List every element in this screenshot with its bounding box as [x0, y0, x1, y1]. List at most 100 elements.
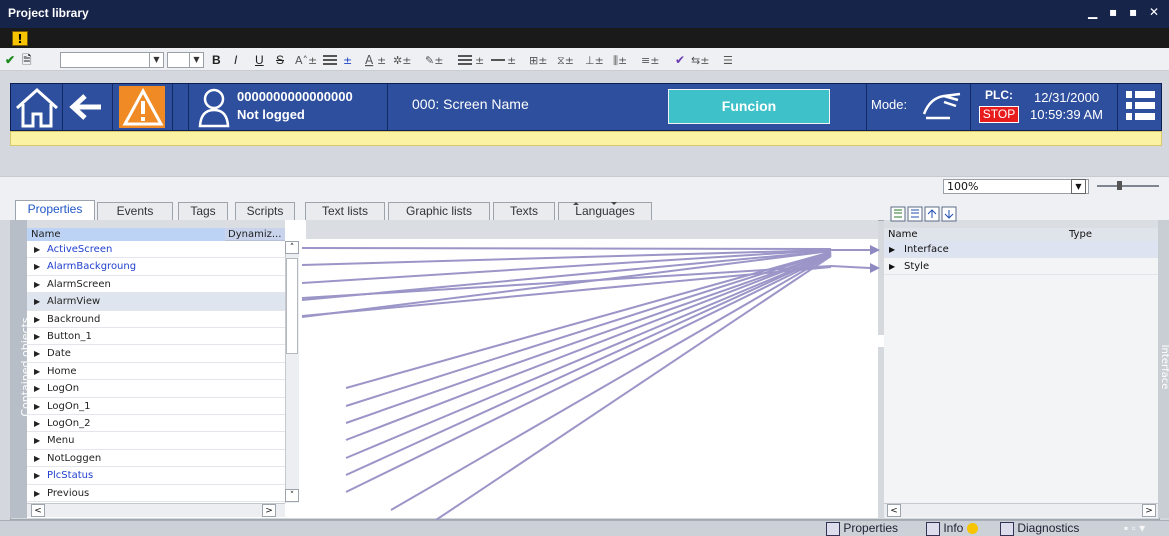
plc-stop-badge: STOP — [979, 106, 1019, 123]
svg-text:±: ± — [343, 54, 352, 67]
list-item-label: NotLoggen — [47, 452, 102, 464]
function-button[interactable]: Funcion — [668, 89, 830, 124]
tab-texts[interactable]: Texts — [493, 202, 555, 220]
chevron-down-icon[interactable]: ▼ — [1071, 179, 1086, 194]
list-item[interactable]: ▶ Home — [27, 363, 285, 381]
list-item-label: LogOn_1 — [47, 400, 91, 412]
zoom-combo[interactable]: 100% — [943, 179, 1089, 194]
list-item[interactable]: ▶ AlarmView — [27, 293, 285, 311]
user-icon — [198, 88, 230, 128]
back-button[interactable] — [63, 84, 113, 130]
check-icon[interactable]: ✔ — [5, 52, 15, 68]
font-combo[interactable]: ▼ — [60, 52, 164, 68]
zoom-slider-thumb[interactable] — [1117, 181, 1122, 190]
list-item-label: Home — [47, 365, 77, 377]
svg-text:⇆±: ⇆± — [691, 54, 709, 67]
list-item[interactable]: ▶ ActiveScreen — [27, 241, 285, 259]
expand-arrow-icon[interactable]: ▶ — [34, 276, 40, 293]
list-item-label: AlarmView — [47, 296, 101, 308]
format-tools-icons[interactable]: A˄± ± A ± ✲± ✎± ± ± ⊞± ⧖± ⊥± ⫼± ≡± ✔ ⇆± … — [293, 52, 765, 68]
list-item[interactable]: ▶ Previous — [27, 485, 285, 502]
list-item-label: Backround — [47, 313, 101, 325]
interface-toolbar-icons[interactable] — [890, 206, 974, 222]
svg-text:±: ± — [475, 54, 484, 67]
alarm-button[interactable] — [113, 84, 173, 130]
screen-name: 000: Screen Name — [412, 96, 529, 112]
list-item[interactable]: ▶ Date — [27, 345, 285, 363]
window-controls[interactable]: ▁ ▪ ▪ ✕ — [1088, 5, 1163, 19]
left-horizontal-scrollbar[interactable] — [27, 503, 285, 517]
tab-tags[interactable]: Tags — [178, 202, 228, 220]
diagnostics-status-button[interactable]: Diagnostics — [1000, 521, 1079, 536]
properties-icon — [826, 521, 840, 536]
warning-triangle-icon — [122, 87, 164, 126]
expand-arrow-icon[interactable]: ▶ — [34, 380, 40, 397]
interface-row[interactable]: ▶ Style — [884, 258, 1158, 275]
expand-arrow-icon[interactable]: ▶ — [34, 398, 40, 415]
interface-horizontal-scrollbar[interactable] — [884, 503, 1158, 517]
list-item[interactable]: ▶ AlarmScreen — [27, 276, 285, 294]
list-item-label: Button_1 — [47, 331, 92, 342]
expand-arrow-icon[interactable]: ▶ — [34, 328, 40, 345]
expand-arrow-icon[interactable]: ▶ — [34, 241, 40, 258]
interface-name-header[interactable]: Name — [888, 228, 918, 241]
list-item[interactable]: ▶ LogOn_2 — [27, 415, 285, 433]
tab-text-lists[interactable]: Text lists — [305, 202, 385, 220]
panel-controls[interactable]: ▪ ▫ ▾ — [1124, 521, 1145, 536]
list-item[interactable]: ▶ LogOn — [27, 380, 285, 398]
list-item[interactable]: ▶ LogOn_1 — [27, 398, 285, 415]
tab-properties[interactable]: Properties — [15, 200, 95, 220]
italic-button[interactable]: I — [234, 52, 237, 68]
scroll-right-icon[interactable]: > — [1142, 504, 1156, 517]
tab-scripts[interactable]: Scripts — [235, 202, 295, 220]
name-column-header[interactable]: Name — [31, 228, 61, 241]
list-item[interactable]: ▶ AlarmBackgroung — [27, 258, 285, 276]
expand-arrow-icon[interactable]: ▶ — [34, 293, 40, 310]
tab-graphic-lists[interactable]: Graphic lists — [388, 202, 490, 220]
info-status-button[interactable]: Info — [926, 521, 978, 536]
scroll-right-icon[interactable]: > — [262, 504, 276, 517]
expand-arrow-icon[interactable]: ▶ — [34, 432, 40, 449]
expand-arrow-icon[interactable]: ▶ — [34, 485, 40, 502]
save-icon[interactable]: 🗎 — [22, 52, 32, 68]
expand-arrow-icon[interactable]: ▶ — [34, 450, 40, 467]
tab-events[interactable]: Events — [97, 202, 173, 220]
list-item[interactable]: ▶ Button_1 — [27, 328, 285, 346]
svg-text:A˄±: A˄± — [295, 54, 317, 67]
interface-row[interactable]: ▶ Interface — [884, 241, 1158, 258]
list-item[interactable]: ▶ NotLoggen — [27, 450, 285, 468]
warning-icon[interactable]: ! — [12, 31, 28, 46]
properties-status-button[interactable]: Properties — [826, 521, 898, 536]
list-item[interactable]: ▶ PlcStatus — [27, 467, 285, 485]
underline-button[interactable]: U — [255, 52, 264, 68]
svg-text:A: A — [365, 53, 374, 67]
list-item[interactable]: ▶ Menu — [27, 432, 285, 450]
home-icon — [15, 87, 59, 128]
scroll-left-icon[interactable]: < — [887, 504, 901, 517]
interface-strip-label: Interface — [1159, 344, 1169, 390]
splitter-handle[interactable] — [565, 196, 625, 205]
expand-arrow-icon[interactable]: ▶ — [34, 415, 40, 432]
strikethrough-button[interactable]: S — [276, 52, 284, 68]
interface-type-header[interactable]: Type — [1069, 228, 1092, 241]
list-item[interactable]: ▶ Backround — [27, 311, 285, 328]
info-icon — [926, 521, 940, 536]
svg-text:✲±: ✲± — [393, 54, 411, 67]
expand-arrow-icon[interactable]: ▶ — [34, 258, 40, 275]
menu-button[interactable] — [1117, 84, 1161, 130]
expand-arrow-icon[interactable]: ▶ — [34, 311, 40, 328]
svg-text:≡±: ≡± — [641, 54, 659, 67]
zoom-slider[interactable] — [1097, 185, 1159, 187]
expand-arrow-icon[interactable]: ▶ — [34, 467, 40, 484]
info-warning-icon — [966, 523, 978, 535]
expand-arrow-icon[interactable]: ▶ — [34, 345, 40, 362]
dynamic-column-header[interactable]: Dynamiz... — [228, 228, 281, 241]
size-combo[interactable]: ▼ — [167, 52, 204, 68]
svg-text:⫼±: ⫼± — [613, 54, 627, 67]
bold-button[interactable]: B — [212, 52, 221, 68]
home-button[interactable] — [11, 84, 63, 130]
svg-text:⧖±: ⧖± — [557, 54, 574, 67]
svg-text:±: ± — [377, 54, 386, 67]
scroll-left-icon[interactable]: < — [31, 504, 45, 517]
expand-arrow-icon[interactable]: ▶ — [34, 363, 40, 380]
